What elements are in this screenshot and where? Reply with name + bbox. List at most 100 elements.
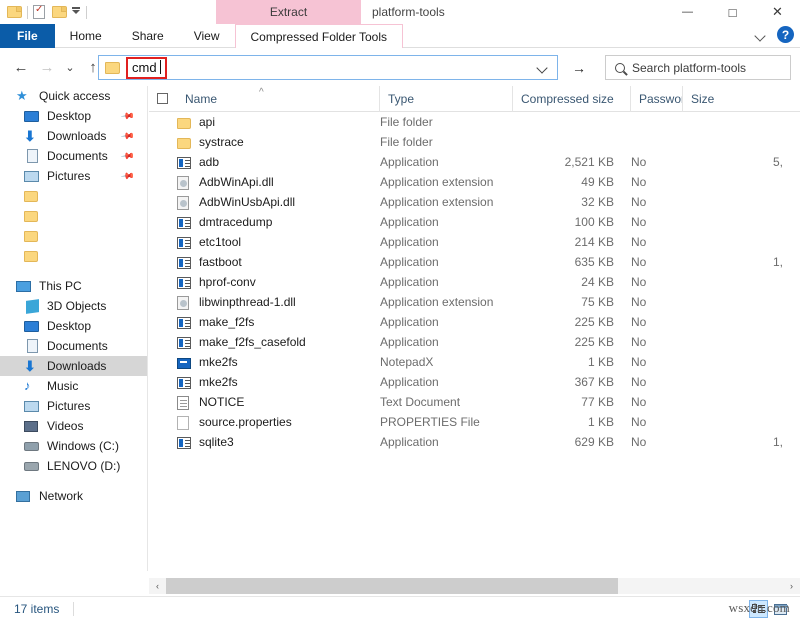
back-button[interactable]: ← bbox=[8, 54, 34, 80]
table-row[interactable]: etc1tool Application 214 KB No bbox=[149, 232, 800, 252]
scrollbar-track[interactable] bbox=[166, 578, 783, 594]
ribbon-tab-bar: File Home Share View Compressed Folder T… bbox=[0, 24, 800, 48]
file-name-cell: fastboot bbox=[149, 255, 380, 270]
column-header-compressed-size[interactable]: Compressed size bbox=[512, 86, 630, 112]
pin-icon[interactable]: 📌 bbox=[120, 148, 136, 164]
file-name-cell: api bbox=[149, 115, 380, 130]
properties-icon[interactable] bbox=[32, 4, 48, 20]
search-box[interactable]: Search platform-tools bbox=[605, 55, 791, 80]
sidebar-item-downloads-pc[interactable]: ⬇ Downloads bbox=[0, 356, 147, 376]
sidebar-item-music[interactable]: ♪ Music bbox=[0, 376, 147, 396]
pin-icon[interactable]: 📌 bbox=[120, 168, 136, 184]
tab-home[interactable]: Home bbox=[55, 24, 117, 48]
sidebar-item-downloads[interactable]: ⬇ Downloads 📌 bbox=[0, 126, 147, 146]
sidebar-item-documents-pc[interactable]: Documents bbox=[0, 336, 147, 356]
column-header-size[interactable]: Size bbox=[682, 86, 792, 112]
select-all-checkbox[interactable] bbox=[157, 93, 168, 104]
address-bar[interactable]: cmd bbox=[98, 55, 558, 80]
text-document-icon bbox=[177, 395, 191, 410]
file-password-cell: No bbox=[631, 295, 683, 309]
file-list-pane[interactable]: ^ Name Type Compressed size Password ...… bbox=[149, 86, 800, 571]
table-row[interactable]: make_f2fs_casefold Application 225 KB No bbox=[149, 332, 800, 352]
sidebar-group-this-pc[interactable]: This PC bbox=[0, 276, 147, 296]
sidebar-item-pictures[interactable]: Pictures 📌 bbox=[0, 166, 147, 186]
contextual-tab-extract[interactable]: Extract bbox=[216, 0, 361, 24]
sidebar-item-folder-3[interactable] bbox=[0, 226, 147, 246]
search-input[interactable]: Search platform-tools bbox=[632, 61, 746, 75]
file-name: source.properties bbox=[199, 415, 292, 429]
sidebar-item-folder-1[interactable] bbox=[0, 186, 147, 206]
column-header-name[interactable]: Name bbox=[177, 86, 379, 112]
table-row[interactable]: make_f2fs Application 225 KB No bbox=[149, 312, 800, 332]
sidebar-group-network[interactable]: Network bbox=[0, 486, 147, 506]
tab-view[interactable]: View bbox=[179, 24, 235, 48]
table-row[interactable]: hprof-conv Application 24 KB No bbox=[149, 272, 800, 292]
sidebar-item-lenovo-d[interactable]: LENOVO (D:) bbox=[0, 456, 147, 476]
back-icon: ← bbox=[14, 59, 29, 76]
file-list-body: api File folder systrace File folder adb… bbox=[149, 112, 800, 452]
table-row[interactable]: dmtracedump Application 100 KB No bbox=[149, 212, 800, 232]
file-compressed-size-cell: 629 KB bbox=[513, 435, 631, 449]
pin-icon[interactable]: 📌 bbox=[120, 108, 136, 124]
pin-icon[interactable]: 📌 bbox=[120, 128, 136, 144]
sidebar-item-windows-c[interactable]: Windows (C:) bbox=[0, 436, 147, 456]
table-row[interactable]: NOTICE Text Document 77 KB No bbox=[149, 392, 800, 412]
table-row[interactable]: sqlite3 Application 629 KB No 1, bbox=[149, 432, 800, 452]
tab-file[interactable]: File bbox=[0, 24, 55, 48]
table-row[interactable]: mke2fs NotepadX 1 KB No bbox=[149, 352, 800, 372]
table-row[interactable]: adb Application 2,521 KB No 5, bbox=[149, 152, 800, 172]
column-header-type[interactable]: Type bbox=[379, 86, 512, 112]
navigation-pane[interactable]: ★ Quick access Desktop 📌 ⬇ Downloads 📌 D… bbox=[0, 86, 148, 571]
file-name: fastboot bbox=[199, 255, 242, 269]
sidebar-item-folder-4[interactable] bbox=[0, 246, 147, 266]
close-button[interactable]: ✕ bbox=[755, 0, 800, 24]
minimize-button[interactable]: — bbox=[665, 0, 710, 24]
customize-caret-icon[interactable] bbox=[72, 7, 82, 17]
scrollbar-thumb[interactable] bbox=[166, 578, 618, 594]
application-icon bbox=[177, 315, 191, 330]
ribbon-right-controls: ? bbox=[754, 26, 794, 43]
sort-ascending-icon: ^ bbox=[259, 87, 264, 98]
sidebar-item-documents[interactable]: Documents 📌 bbox=[0, 146, 147, 166]
scroll-left-button[interactable]: ‹ bbox=[149, 578, 166, 594]
sidebar-group-quick-access[interactable]: ★ Quick access bbox=[0, 86, 147, 106]
file-password-cell: No bbox=[631, 275, 683, 289]
sidebar-item-3d-objects[interactable]: 3D Objects bbox=[0, 296, 147, 316]
item-count-label: 17 items bbox=[0, 602, 59, 616]
address-input[interactable]: cmd bbox=[132, 60, 157, 75]
sidebar-item-folder-2[interactable] bbox=[0, 206, 147, 226]
table-row[interactable]: libwinpthread-1.dll Application extensio… bbox=[149, 292, 800, 312]
forward-button[interactable]: → bbox=[34, 54, 60, 80]
column-header-password[interactable]: Password ... bbox=[630, 86, 682, 112]
sidebar-item-pictures-pc[interactable]: Pictures bbox=[0, 396, 147, 416]
scroll-right-button[interactable]: › bbox=[783, 578, 800, 594]
file-name: adb bbox=[199, 155, 219, 169]
chevron-down-icon[interactable] bbox=[754, 28, 768, 42]
table-row[interactable]: mke2fs Application 367 KB No bbox=[149, 372, 800, 392]
file-type-cell: Text Document bbox=[380, 395, 513, 409]
tab-compressed-folder-tools[interactable]: Compressed Folder Tools bbox=[235, 24, 404, 48]
maximize-button[interactable]: □ bbox=[710, 0, 755, 24]
table-row[interactable]: api File folder bbox=[149, 112, 800, 132]
table-row[interactable]: source.properties PROPERTIES File 1 KB N… bbox=[149, 412, 800, 432]
horizontal-scrollbar[interactable]: ‹ › bbox=[149, 578, 800, 594]
folder-icon[interactable] bbox=[7, 4, 23, 20]
up-arrow-icon: ↑ bbox=[89, 59, 97, 76]
table-row[interactable]: systrace File folder bbox=[149, 132, 800, 152]
address-dropdown-icon[interactable] bbox=[537, 62, 549, 74]
new-folder-icon[interactable] bbox=[52, 4, 68, 20]
recent-locations-button[interactable]: ⌄ bbox=[60, 54, 80, 80]
sidebar-item-desktop-pc[interactable]: Desktop bbox=[0, 316, 147, 336]
dll-icon bbox=[177, 175, 191, 190]
file-compressed-size-cell: 635 KB bbox=[513, 255, 631, 269]
file-type-cell: PROPERTIES File bbox=[380, 415, 513, 429]
go-button[interactable]: → bbox=[565, 55, 593, 80]
table-row[interactable]: AdbWinUsbApi.dll Application extension 3… bbox=[149, 192, 800, 212]
table-row[interactable]: AdbWinApi.dll Application extension 49 K… bbox=[149, 172, 800, 192]
help-icon[interactable]: ? bbox=[777, 26, 794, 43]
table-row[interactable]: fastboot Application 635 KB No 1, bbox=[149, 252, 800, 272]
sidebar-item-videos[interactable]: Videos bbox=[0, 416, 147, 436]
sidebar-item-desktop[interactable]: Desktop 📌 bbox=[0, 106, 147, 126]
tab-share[interactable]: Share bbox=[117, 24, 179, 48]
file-compressed-size-cell: 225 KB bbox=[513, 335, 631, 349]
